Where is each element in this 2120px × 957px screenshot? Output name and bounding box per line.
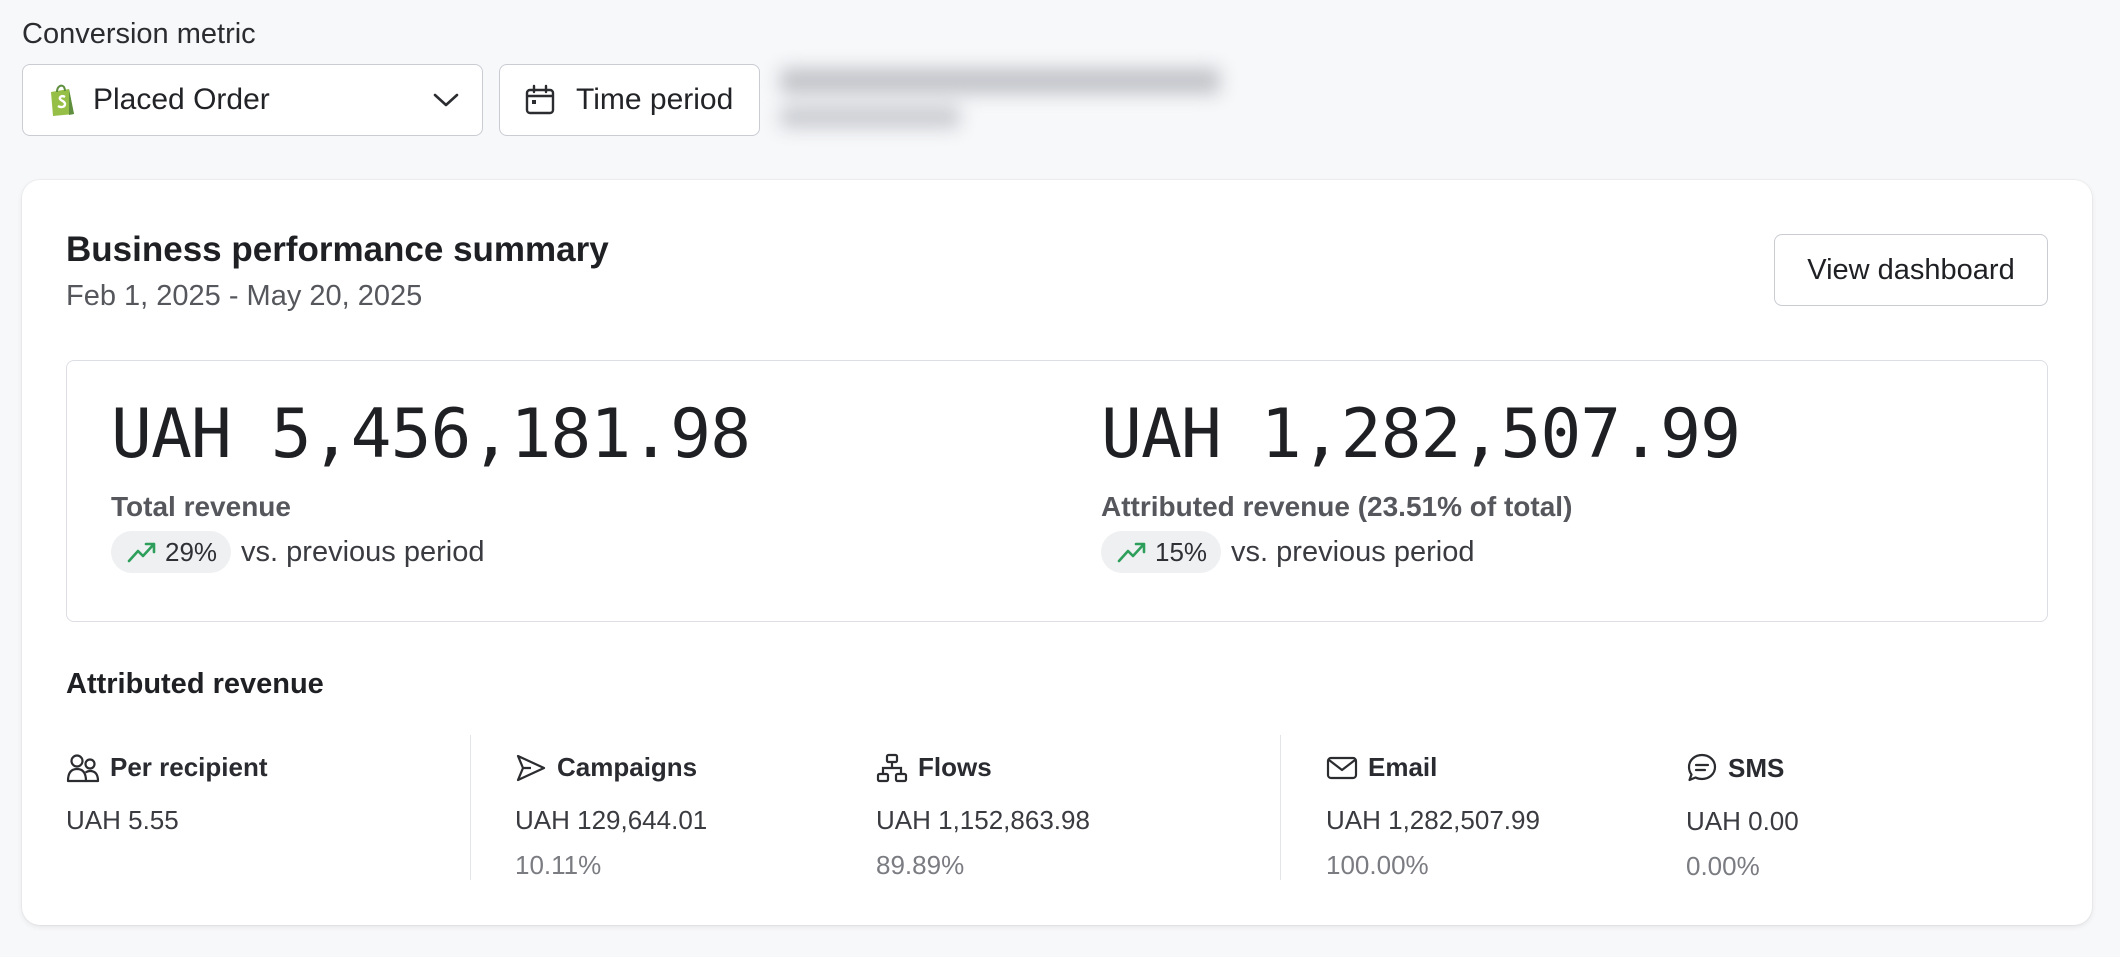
divider — [470, 735, 471, 880]
time-period-label: Time period — [576, 83, 734, 116]
email-percent: 100.00% — [1326, 850, 1429, 880]
conversion-metric-value: Placed Order — [93, 83, 270, 116]
calendar-icon — [524, 84, 556, 116]
trend-up-icon — [1117, 540, 1147, 564]
total-revenue-kpi: UAH 5,456,181.98 Total revenue 29% vs. p… — [111, 395, 751, 573]
email-value: UAH 1,282,507.99 — [1326, 805, 1540, 835]
view-dashboard-button[interactable]: View dashboard — [1774, 234, 2048, 306]
total-revenue-caption: Total revenue — [111, 491, 291, 522]
attributed-revenue-title: Attributed revenue — [66, 668, 324, 700]
conversion-metric-select[interactable]: Placed Order — [22, 64, 483, 136]
filter-controls: Placed Order Time period — [22, 64, 760, 136]
send-icon — [515, 753, 547, 783]
trend-suffix: vs. previous period — [241, 535, 485, 568]
chat-icon — [1686, 752, 1718, 784]
attributed-revenue-caption: Attributed revenue (23.51% of total) — [1101, 491, 1573, 522]
revenue-kpi-box: UAH 5,456,181.98 Total revenue 29% vs. p… — [66, 360, 2048, 622]
card-title: Business performance summary — [66, 230, 609, 269]
trend-suffix: vs. previous period — [1231, 535, 1475, 568]
trend-badge: 29% — [111, 531, 232, 573]
trend-percent: 29% — [165, 536, 218, 567]
campaigns-percent: 10.11% — [515, 850, 602, 880]
redacted-date-info — [770, 60, 1232, 142]
sms-value: UAH 0.00 — [1686, 806, 1799, 836]
sms-percent: 0.00% — [1686, 851, 1760, 881]
trend-badge: 15% — [1101, 531, 1222, 573]
campaigns-stat: Campaigns UAH 129,644.01 10.11% — [515, 752, 707, 881]
per-recipient-label: Per recipient — [110, 752, 268, 782]
per-recipient-stat: Per recipient UAH 5.55 — [66, 752, 268, 836]
campaigns-value: UAH 129,644.01 — [515, 805, 708, 835]
flows-stat: Flows UAH 1,152,863.98 89.89% — [876, 752, 1090, 881]
email-label: Email — [1368, 752, 1438, 782]
date-range: Feb 1, 2025 - May 20, 2025 — [66, 280, 423, 312]
per-recipient-value: UAH 5.55 — [66, 805, 179, 835]
sms-stat: SMS UAH 0.00 0.00% — [1686, 752, 1799, 882]
divider — [1280, 735, 1281, 880]
total-revenue-trend: 29% vs. previous period — [111, 531, 750, 573]
conversion-metric-label: Conversion metric — [22, 18, 256, 50]
campaigns-label: Campaigns — [557, 752, 698, 782]
flows-value: UAH 1,152,863.98 — [876, 805, 1090, 835]
time-period-button[interactable]: Time period — [499, 64, 760, 136]
flows-percent: 89.89% — [876, 850, 965, 880]
flows-label: Flows — [918, 752, 992, 782]
trend-up-icon — [127, 540, 157, 564]
shopify-bag-icon — [47, 83, 77, 117]
people-icon — [66, 753, 100, 783]
mail-icon — [1326, 754, 1358, 782]
chevron-down-icon — [432, 91, 460, 109]
attributed-revenue-trend: 15% vs. previous period — [1101, 531, 1740, 573]
total-revenue-value: UAH 5,456,181.98 — [111, 395, 751, 474]
attributed-revenue-value: UAH 1,282,507.99 — [1101, 395, 1741, 474]
sms-label: SMS — [1728, 752, 1785, 783]
business-performance-card: Business performance summary Feb 1, 2025… — [22, 180, 2092, 925]
trend-percent: 15% — [1155, 536, 1208, 567]
email-stat: Email UAH 1,282,507.99 100.00% — [1326, 752, 1540, 881]
attributed-revenue-kpi: UAH 1,282,507.99 Attributed revenue (23.… — [1101, 395, 1741, 573]
flow-icon — [876, 753, 908, 783]
